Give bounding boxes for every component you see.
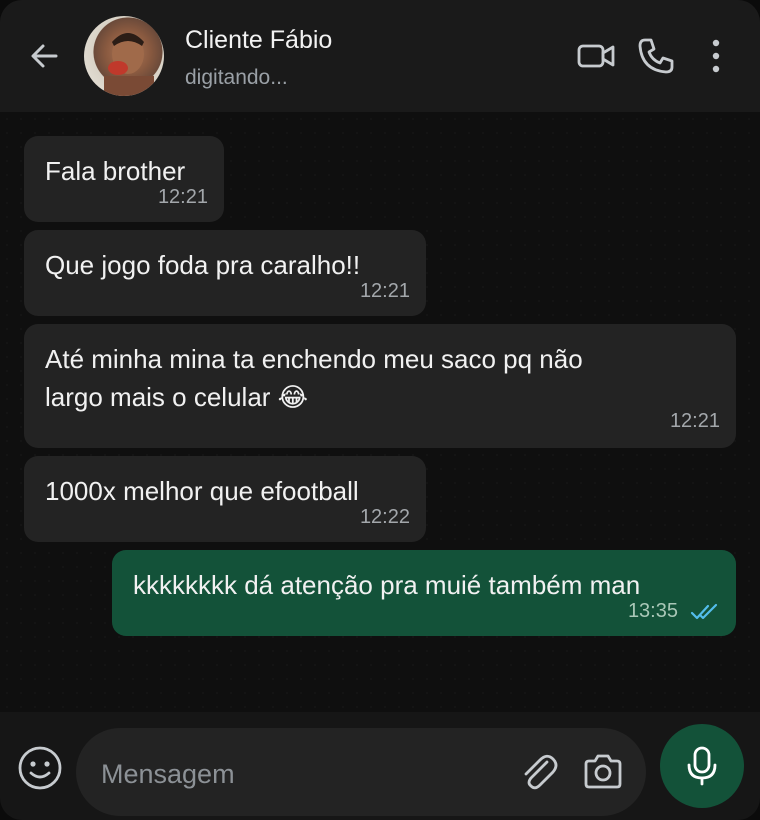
typing-status: digitando...	[185, 66, 288, 89]
message-input-placeholder: Mensagem	[101, 759, 235, 789]
message-time: 12:22	[359, 506, 410, 528]
message-bubble-incoming[interactable]: 1000x melhor que efootball 12:22	[24, 456, 426, 542]
more-options-icon[interactable]	[696, 36, 736, 76]
message-time: 12:21	[157, 186, 208, 208]
message-text-line-1: Até minha mina ta enchendo meu saco pq n…	[45, 344, 583, 374]
composer-bar: Mensagem	[0, 712, 760, 820]
message-time: 12:21	[669, 410, 720, 432]
message-text-line-2: largo mais o celular 😂	[45, 382, 309, 412]
message-time: 12:21	[359, 280, 410, 302]
message-text: kkkkkkkk dá atenção pra muié também man	[133, 570, 641, 600]
read-receipt-icon	[690, 603, 718, 620]
contact-avatar[interactable]	[84, 16, 164, 96]
camera-icon[interactable]	[582, 752, 624, 792]
message-time: 13:35	[627, 600, 678, 622]
chat-screen: Cliente Fábio digitando... Fala brother …	[0, 0, 760, 820]
video-call-icon[interactable]	[576, 36, 616, 76]
message-text: Que jogo foda pra caralho!!	[45, 250, 361, 280]
message-bubble-incoming[interactable]: Até minha mina ta enchendo meu saco pq n…	[24, 324, 736, 448]
message-bubble-incoming[interactable]: Que jogo foda pra caralho!! 12:21	[24, 230, 426, 316]
back-arrow-icon[interactable]	[26, 38, 62, 74]
message-text: 1000x melhor que efootball	[45, 476, 359, 506]
message-list: Fala brother 12:21 Que jogo foda pra car…	[0, 112, 760, 712]
avatar-photo	[104, 33, 154, 96]
message-input[interactable]: Mensagem	[76, 728, 646, 816]
phone-icon[interactable]	[636, 36, 676, 76]
emoji-icon[interactable]	[16, 744, 64, 792]
message-bubble-incoming[interactable]: Fala brother 12:21	[24, 136, 224, 222]
attach-icon[interactable]	[517, 750, 561, 794]
message-bubble-outgoing[interactable]: kkkkkkkk dá atenção pra muié também man …	[112, 550, 736, 636]
voice-record-button[interactable]	[660, 724, 744, 808]
message-text: Fala brother	[45, 156, 186, 186]
chat-header: Cliente Fábio digitando...	[0, 0, 760, 112]
mic-icon	[687, 746, 717, 786]
contact-name[interactable]: Cliente Fábio	[185, 26, 332, 55]
